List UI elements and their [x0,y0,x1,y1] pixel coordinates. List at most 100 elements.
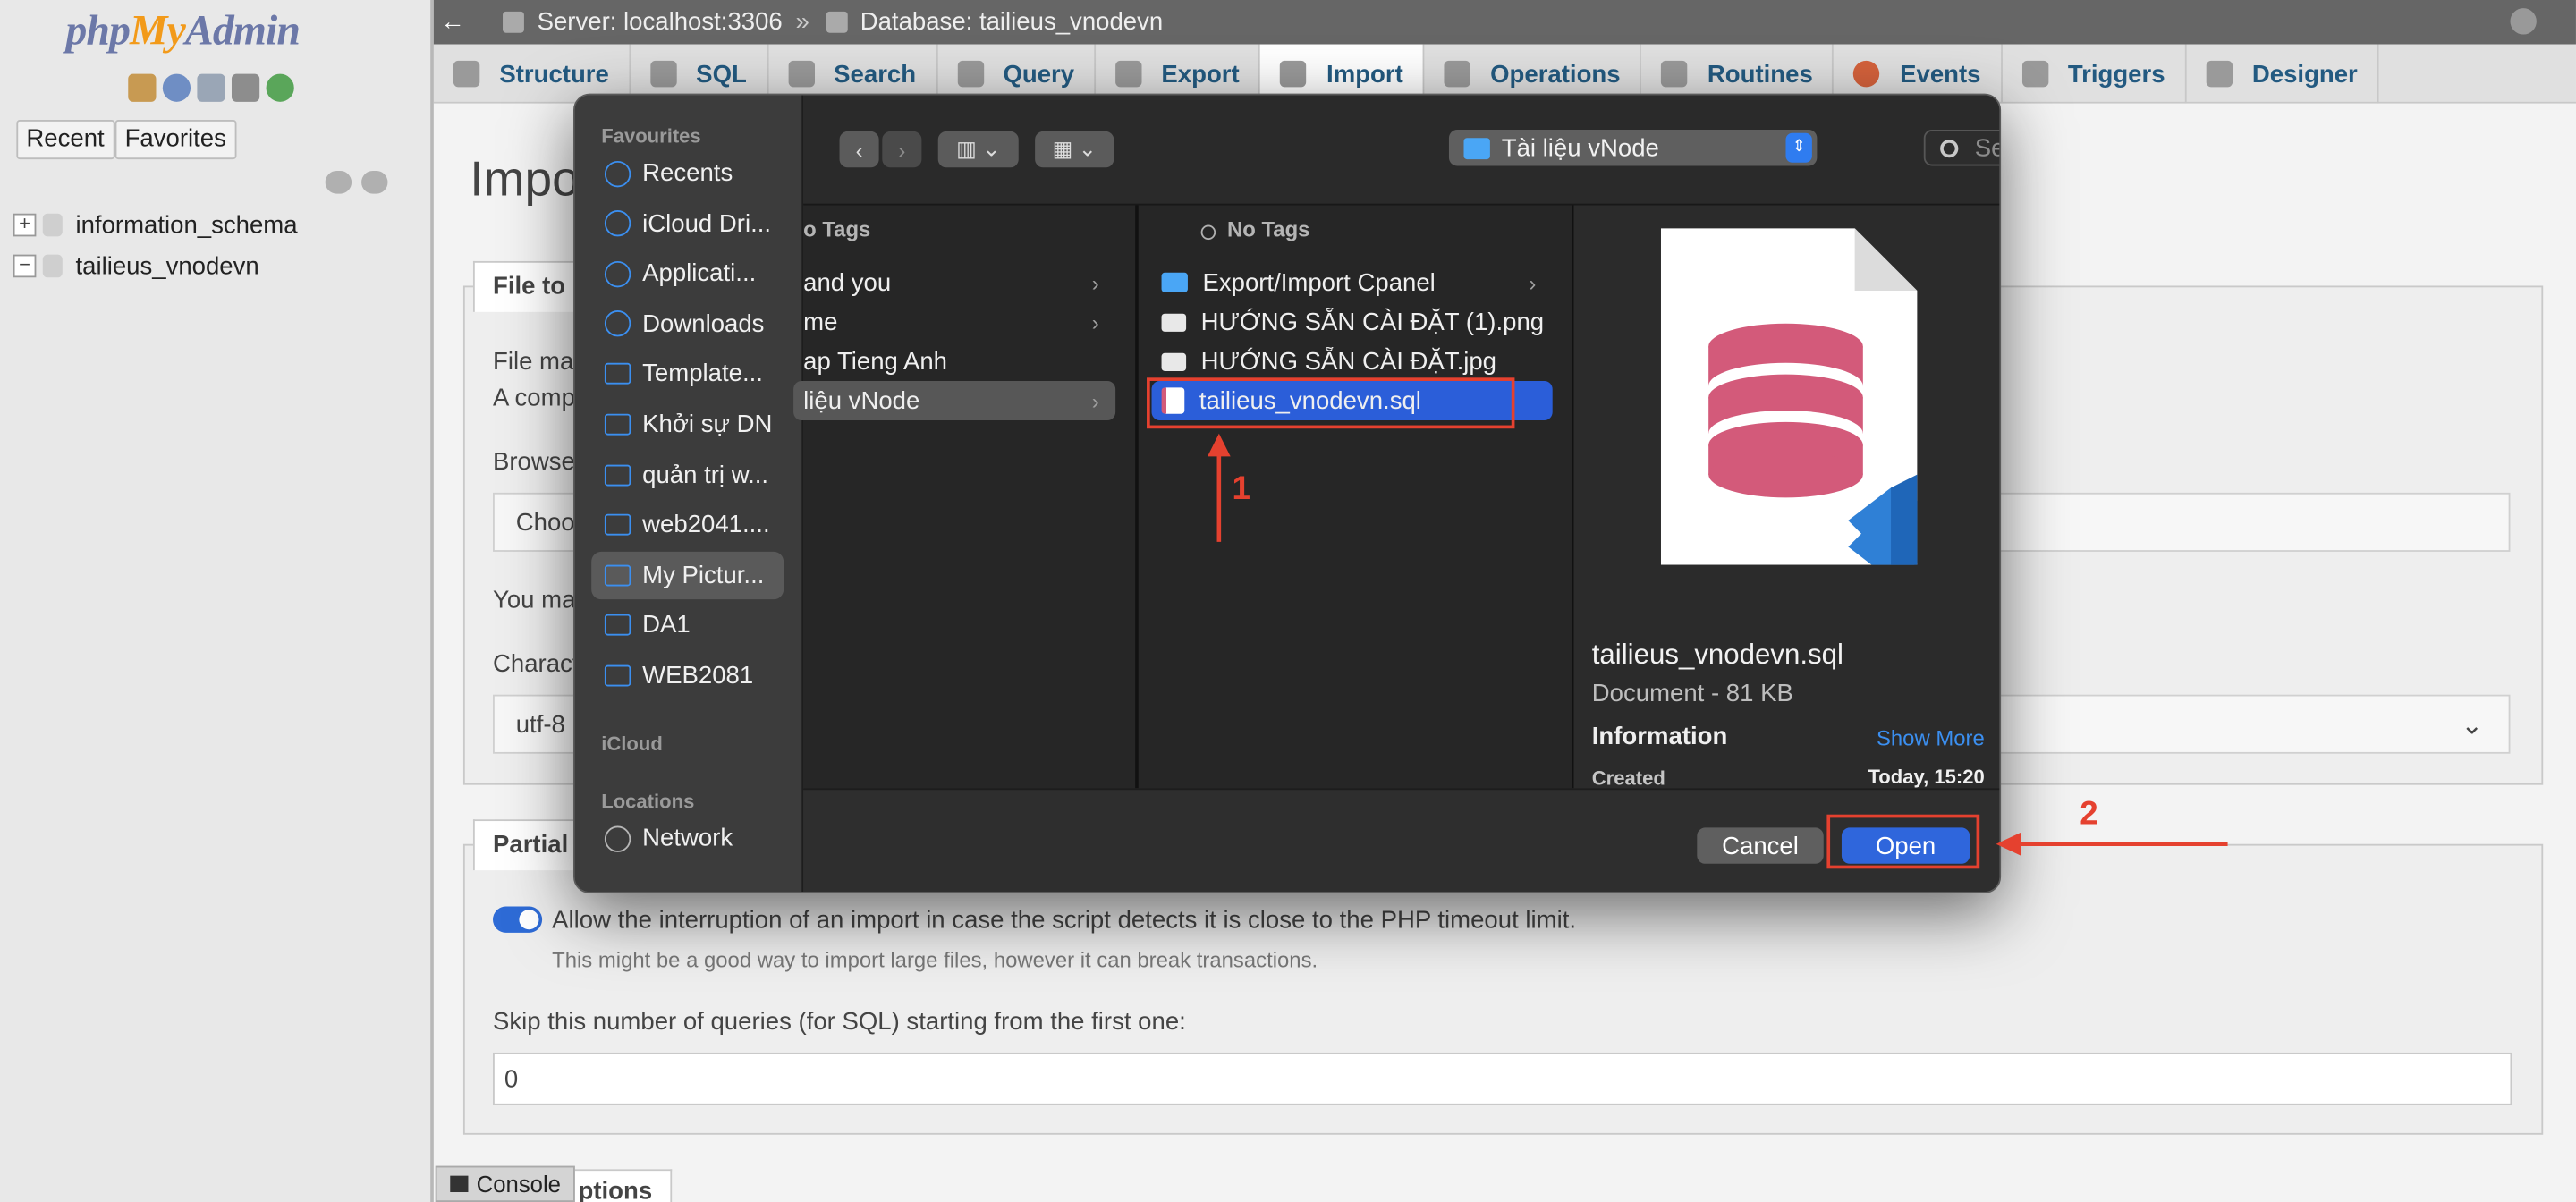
sidebar-item-label: Template... [642,360,763,389]
sidebar-item-label: DA1 [642,611,691,639]
gear-icon[interactable] [2510,8,2537,35]
folder-icon [604,664,631,687]
import-icon [1280,60,1308,88]
search-icon [787,60,815,88]
sidebar-item-0[interactable]: Recents [591,149,784,197]
file-name: HƯỚNG SẴN CÀI ĐẶT (1).png [1200,308,1545,336]
phpmyadmin-logo[interactable]: phpMyAdmin [65,6,300,55]
collapse-all-icon[interactable] [325,170,352,194]
tab-label: Export [1161,60,1240,89]
docs-icon[interactable] [197,73,225,102]
show-more-link[interactable]: Show More [1877,726,1985,751]
allow-interrupt-toggle[interactable] [493,906,543,933]
tab-label: Designer [2251,60,2358,89]
skip-queries-input[interactable]: 0 [493,1052,2512,1105]
logout-icon[interactable] [162,73,191,102]
sidebar-item-7[interactable]: web2041.... [591,501,784,548]
favorites-button[interactable]: Favorites [114,120,236,160]
db-item-information-schema[interactable]: + information_schema [13,207,298,242]
tab-label: SQL [696,60,747,89]
folder-icon [604,564,631,587]
query-icon [957,60,984,88]
chevron-right-icon: › [1529,270,1537,295]
sidebar-item-label: iCloud Dri... [642,209,772,238]
information-heading: Information [1591,722,1728,751]
folder-row[interactable]: ap Tieng Anh [793,342,1115,381]
tab-label: Routines [1707,60,1813,89]
file-name: HƯỚNG SẴN CÀI ĐẶT.jpg [1200,347,1497,376]
breadcrumb: ← Server: localhost:3306 » Database: tai… [433,0,2576,45]
arrow-left-icon[interactable]: ← [440,8,470,36]
sidebar-item-label: Khởi sự DN [642,411,773,439]
expand-icon[interactable]: + [13,214,37,237]
you-may-text: You ma [493,586,576,614]
back-button[interactable]: ‹ [839,131,879,168]
file-info-line2: A comp [493,384,575,412]
allow-interrupt-hint: This might be a good way to import large… [552,947,1318,972]
console-tab[interactable]: Console [435,1165,575,1202]
breadcrumb-database[interactable]: Database: tailieus_vnodevn [860,8,1163,36]
collapse-icon[interactable]: − [13,255,37,278]
tab-label: Search [834,60,917,89]
settings-icon[interactable] [231,73,260,102]
folder-icon [604,413,631,436]
annotation-highlight-open [1826,814,1980,869]
sidebar-item-network[interactable]: Network [591,815,784,862]
file-row[interactable]: HƯỚNG SẴN CÀI ĐẶT.jpg [1152,342,1553,381]
view-columns-button[interactable]: ▥ ⌄ [937,131,1019,168]
choose-file-button[interactable]: Choo [516,509,575,537]
forward-button[interactable]: › [882,131,922,168]
folder-row[interactable]: and you › [793,263,1115,302]
folder-icon [604,363,631,385]
folder-icon [604,614,631,637]
dialog-toolbar: ‹ › ▥ ⌄ ▦ ⌄ Tài liệu vNode ⇕ Search [803,95,2000,206]
tab-triggers[interactable]: Triggers [2002,44,2187,104]
folder-name: ap Tieng Anh [803,347,948,376]
sidebar-item-5[interactable]: Khởi sự DN [591,401,784,448]
db-item-tailieus-vnodevn[interactable]: − tailieus_vnodevn [13,248,259,284]
tab-label: Operations [1490,60,1621,89]
recent-button[interactable]: Recent [16,120,114,160]
reload-icon[interactable] [266,73,294,102]
updown-chevron-icon: ⇕ [1785,132,1812,163]
sidebar-item-4[interactable]: Template... [591,351,784,398]
cancel-button[interactable]: Cancel [1697,827,1824,864]
folder-row[interactable]: me › [793,302,1115,342]
sidebar-item-label: web2041.... [642,511,770,539]
breadcrumb-server[interactable]: Server: localhost:3306 [538,8,783,36]
dialog-sidebar: Favourites Recents iCloud Dri... Applicati… [574,95,804,893]
database-icon [42,254,63,278]
sidebar-item-6[interactable]: quản trị w... [591,451,784,498]
folder-file-icon [1161,272,1188,292]
search-input[interactable]: Search [1923,130,2000,166]
quick-icons [128,73,294,102]
sidebar-item-2[interactable]: Applicati... [591,250,784,297]
pma-sidebar: phpMyAdmin Recent Favorites + informatio… [0,0,434,1202]
preview-filename: tailieus_vnodevn.sql [1591,639,1843,671]
link-icon[interactable] [361,170,388,194]
partial-legend: Partial [472,819,589,871]
file-row[interactable]: HƯỚNG SẴN CÀI ĐẶT (1).png [1152,302,1553,342]
view-grid-button[interactable]: ▦ ⌄ [1035,131,1114,168]
sidebar-item-1[interactable]: iCloud Dri... [591,199,784,247]
logo-admin: Admin [184,6,301,55]
tab-designer[interactable]: Designer [2186,44,2379,104]
file-row[interactable]: Export/Import Cpanel › [1152,263,1553,302]
clock-icon [604,160,631,187]
wrench-icon [1444,60,1471,88]
folder-row[interactable]: liệu vNode › [793,380,1116,421]
tab-label: Structure [499,60,609,89]
sidebar-item-3[interactable]: Downloads [591,300,784,348]
search-icon [1940,139,1959,157]
skip-label: Skip this number of queries (for SQL) st… [493,1008,1186,1037]
sidebar-item-8[interactable]: My Pictur... [591,551,784,599]
sql-document-icon [1660,228,1918,565]
column-header: No Tags [1227,216,1310,241]
sidebar-item-label: Applicati... [642,259,757,288]
folder-icon [604,463,631,486]
home-icon[interactable] [128,73,157,102]
sidebar-item-9[interactable]: DA1 [591,602,784,649]
cloud-icon [604,210,631,237]
location-popup[interactable]: Tài liệu vNode ⇕ [1448,130,1818,166]
sidebar-item-10[interactable]: WEB2081 [591,652,784,699]
